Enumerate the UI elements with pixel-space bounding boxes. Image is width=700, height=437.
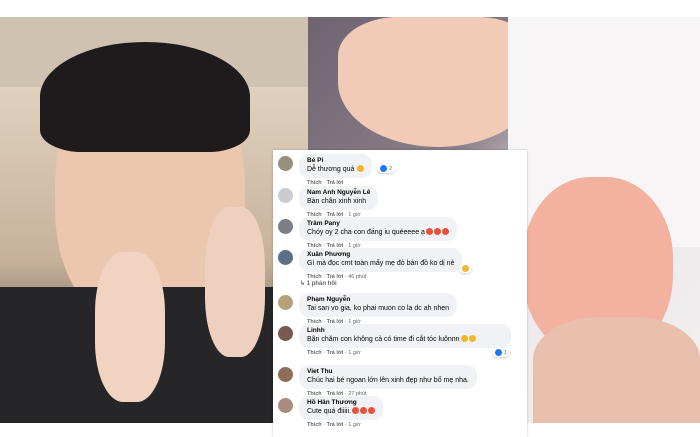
- comment-bubble: Bé Pi Dễ thương quá: [299, 154, 373, 178]
- heart-eyes-emoji-icon: [441, 228, 449, 235]
- avatar[interactable]: [278, 156, 293, 171]
- reaction-count[interactable]: 1: [492, 348, 511, 357]
- comment: Trâm Pany Chóy oy 2 cha con đáng iu quée…: [278, 217, 457, 249]
- reaction-count[interactable]: 2: [377, 164, 396, 173]
- comment-text: Bận chăm con không cả có time đi cắt tóc…: [307, 336, 460, 343]
- comment-actions: Thích · Trả lời · 1 giờ: [307, 422, 361, 428]
- like-link[interactable]: Thích: [307, 422, 322, 428]
- comment-author[interactable]: Trâm Pany: [307, 219, 449, 228]
- avatar[interactable]: [278, 295, 293, 310]
- comment-text: Bàn chân xinh xinh: [307, 198, 367, 205]
- comment-text: Tai san vo gia, ko phai muon co la dc ah…: [307, 305, 450, 312]
- comment: Phạm Nguyễn Tai san vo gia, ko phai muon…: [278, 293, 458, 325]
- comment-bubble: Hồ Hân Thương Cute quá điiiii.: [299, 396, 383, 420]
- reaction-count[interactable]: [459, 264, 472, 273]
- comment: Nam Anh Nguyễn Lê Bàn chân xinh xinh Thí…: [278, 186, 379, 218]
- comment: Hồ Hân Thương Cute quá điiiii. Thích · T…: [278, 396, 383, 428]
- like-link[interactable]: Thích: [307, 350, 322, 356]
- heart-eyes-emoji-icon: [367, 407, 375, 414]
- comment: Viet Thu Chúc hai bé ngoan lớn lên xinh …: [278, 365, 477, 397]
- avatar[interactable]: [278, 326, 293, 341]
- comment-author[interactable]: Phạm Nguyễn: [307, 295, 449, 304]
- like-icon: [495, 349, 502, 356]
- comment-author[interactable]: Xuân Phương: [307, 250, 454, 259]
- grin-emoji-icon: [460, 335, 468, 342]
- grin-emoji-icon: [468, 335, 476, 342]
- comment: Xuân Phương Gì mà đọc cmt toàn mấy mẹ đò…: [278, 248, 472, 280]
- comment-bubble: Xuân Phương Gì mà đọc cmt toàn mấy mẹ đò…: [299, 248, 463, 272]
- comment: Bé Pi Dễ thương quá Thích · Trả lời 2: [278, 154, 396, 186]
- comment-author[interactable]: Linhh: [307, 326, 503, 335]
- comment-text: Dễ thương quá: [307, 166, 355, 173]
- heart-eyes-emoji-icon: [433, 228, 441, 235]
- photo-hair: [40, 42, 250, 152]
- comment-text: Chóy oy 2 cha con đáng iu quéeeee ạ: [307, 229, 425, 236]
- comment-time[interactable]: 1 giờ: [348, 422, 360, 428]
- comment-text: Cute quá điiiii.: [307, 408, 351, 415]
- comment-time[interactable]: 46 phút: [348, 274, 366, 280]
- comment-author[interactable]: Viet Thu: [307, 367, 469, 376]
- comment-text: Chúc hai bé ngoan lớn lên xinh đẹp như b…: [307, 377, 469, 384]
- like-icon: [380, 165, 387, 172]
- comment-bubble: Linhh Bận chăm con không cả có time đi c…: [299, 324, 511, 348]
- comment-author[interactable]: Hồ Hân Thương: [307, 398, 375, 407]
- haha-icon: [462, 265, 469, 272]
- comment: Linhh Bận chăm con không cả có time đi c…: [278, 324, 511, 357]
- comments-panel: Bé Pi Dễ thương quá Thích · Trả lời 2 Na…: [273, 150, 527, 437]
- avatar[interactable]: [278, 250, 293, 265]
- photo-man-with-baby-feet: [0, 17, 308, 423]
- avatar[interactable]: [278, 219, 293, 234]
- view-replies-link[interactable]: ↳ 1 phản hồi: [300, 280, 337, 287]
- comment-bubble: Nam Anh Nguyễn Lê Bàn chân xinh xinh: [299, 186, 379, 210]
- avatar[interactable]: [278, 398, 293, 413]
- reply-link[interactable]: Trả lời: [327, 422, 344, 428]
- reply-link[interactable]: Trả lời: [327, 350, 344, 356]
- comment-actions: Thích · Trả lời · 1 giờ: [307, 350, 361, 356]
- comment-text: Gì mà đọc cmt toàn mấy mẹ đò bán đồ ko d…: [307, 260, 455, 267]
- heart-eyes-emoji-icon: [351, 407, 359, 414]
- comment-bubble: Phạm Nguyễn Tai san vo gia, ko phai muon…: [299, 293, 458, 317]
- comment-time[interactable]: 1 giờ: [348, 350, 360, 356]
- avatar[interactable]: [278, 188, 293, 203]
- heart-eyes-emoji-icon: [425, 228, 433, 235]
- comment-author[interactable]: Bé Pi: [307, 156, 364, 165]
- photo-baby-foot-left: [95, 252, 165, 402]
- photo-baby-foot-right: [205, 207, 265, 357]
- heart-eyes-emoji-icon: [359, 407, 367, 414]
- comment-bubble: Trâm Pany Chóy oy 2 cha con đáng iu quée…: [299, 217, 457, 241]
- comment-bubble: Viet Thu Chúc hai bé ngoan lớn lên xinh …: [299, 365, 477, 389]
- photo-palm: [533, 317, 700, 423]
- heart-eyes-emoji-icon: [357, 165, 365, 172]
- avatar[interactable]: [278, 367, 293, 382]
- comment-author[interactable]: Nam Anh Nguyễn Lê: [307, 188, 370, 197]
